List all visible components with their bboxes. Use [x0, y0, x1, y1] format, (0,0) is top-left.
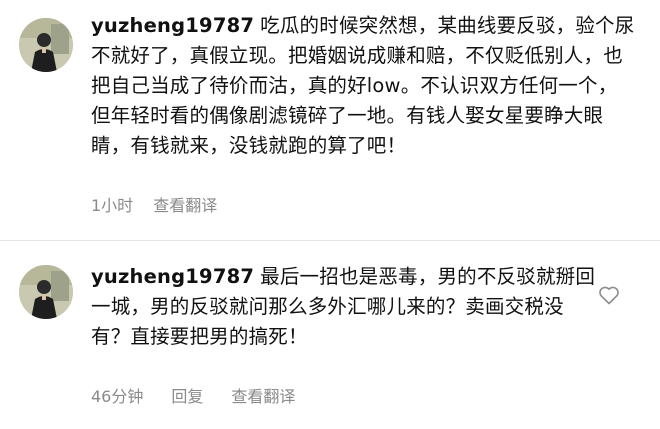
comment-username[interactable]: yuzheng19787	[91, 14, 254, 37]
comment-text: yuzheng19787 最后一招也是恶毒，男的不反驳就掰回一城，男的反驳就问那么…	[91, 262, 596, 352]
comment-meta: 1小时 查看翻译	[91, 192, 217, 216]
comment-timestamp: 1小时	[91, 196, 134, 215]
comment-meta: 46分钟 回复 查看翻译	[91, 383, 295, 407]
comment-text: yuzheng19787 吃瓜的时候突然想，某曲线要反驳，验个尿不就好了，真假立现…	[91, 11, 636, 161]
comment-timestamp: 46分钟	[91, 387, 144, 406]
comment-item: yuzheng19787 最后一招也是恶毒，男的不反驳就掰回一城，男的反驳就问那么…	[0, 240, 660, 429]
translate-link[interactable]: 查看翻译	[231, 383, 295, 407]
comment-item: yuzheng19787 吃瓜的时候突然想，某曲线要反驳，验个尿不就好了，真假立现…	[0, 0, 660, 240]
comment-username[interactable]: yuzheng19787	[91, 265, 254, 288]
avatar[interactable]	[19, 265, 73, 319]
translate-link[interactable]: 查看翻译	[153, 192, 217, 216]
heart-outline-icon[interactable]	[597, 283, 621, 307]
reply-link[interactable]: 回复	[171, 383, 203, 407]
avatar[interactable]	[19, 18, 73, 72]
